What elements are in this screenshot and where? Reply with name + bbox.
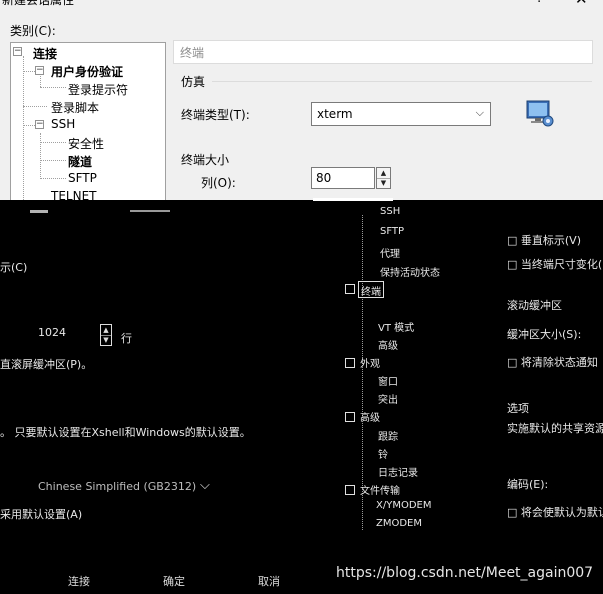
tree-item-security[interactable]: 安全性	[68, 135, 104, 152]
tree-item-login-prompt[interactable]: 登录提示符	[68, 81, 128, 98]
default-setting-text: 。 只要默认设置在Xshell和Windows的默认设置。	[0, 426, 251, 439]
collapse-icon[interactable]	[345, 358, 355, 368]
connect-button[interactable]: 连接	[68, 573, 90, 589]
tree-connector	[40, 142, 66, 143]
collapse-icon[interactable]	[345, 485, 355, 495]
scroll-buffer-title: 滚动缓冲区	[507, 299, 562, 312]
tree-item-file-transfer[interactable]: 文件传输	[360, 482, 400, 497]
tree-item-logging[interactable]: 日志记录	[378, 464, 418, 479]
section-divider	[212, 81, 592, 82]
close-icon[interactable]: ✕	[575, 0, 588, 8]
spin-down-icon[interactable]: ▼	[377, 178, 390, 188]
chevron-down-icon[interactable]: ⌵	[200, 478, 210, 493]
glitch-bar	[313, 198, 393, 201]
buffer-stepper[interactable]: ▲ ▼	[100, 324, 112, 346]
scroll-text: 直滚屏缓冲区(P)。	[0, 358, 93, 371]
collapse-icon[interactable]	[345, 284, 355, 294]
terminal-type-value: xterm	[317, 107, 353, 121]
terminal-size-title: 终端大小	[181, 153, 230, 167]
buffer-size-label: 缓冲区大小(S):	[507, 328, 582, 341]
columns-label: 列(O):	[201, 176, 236, 190]
tree-item-ssh[interactable]: SSH	[380, 206, 400, 217]
ok-button[interactable]: 确定	[163, 573, 185, 589]
collapse-icon[interactable]: −	[35, 66, 44, 75]
use-default-text[interactable]: 采用默认设置(A)	[0, 506, 82, 522]
tree-connector	[40, 178, 66, 179]
share-resource-text: 实施默认的共享资源	[507, 422, 603, 435]
columns-value: 80	[316, 171, 332, 185]
tree-item-login-script[interactable]: 登录脚本	[51, 99, 99, 116]
chevron-down-icon: ⌵	[475, 106, 484, 119]
tree-item-tunnel[interactable]: 隧道	[68, 153, 92, 170]
tree-item-terminal[interactable]: 终端	[361, 283, 381, 298]
collapse-icon[interactable]: −	[13, 47, 22, 56]
category-label: 类别(C):	[10, 24, 56, 38]
columns-input[interactable]: 80	[311, 167, 375, 189]
tree-connector	[40, 160, 66, 161]
tree-connector	[40, 133, 41, 179]
clear-status-option[interactable]: □ 将清除状态通知	[507, 354, 598, 370]
help-icon[interactable]: ?	[536, 0, 543, 6]
panel-header: 终端	[173, 40, 593, 64]
rows-unit-label: 行	[121, 332, 132, 345]
tree-item-connection[interactable]: 连接	[33, 45, 57, 62]
tree-item-keepalive[interactable]: 保持活动状态	[380, 264, 440, 279]
tree-connector	[23, 71, 35, 72]
cancel-button[interactable]: 取消	[258, 573, 280, 589]
terminal-type-label: 终端类型(T):	[181, 108, 250, 122]
resize-option[interactable]: □ 当终端尺寸变化(F)	[507, 256, 603, 272]
tree-item-advanced[interactable]: 高级	[378, 337, 398, 352]
tree-item-proxy[interactable]: 代理	[380, 245, 400, 260]
encoding-combo-value[interactable]: Chinese Simplified (GB2312)	[38, 480, 196, 493]
tree-connector	[23, 106, 47, 107]
tree-item-trace[interactable]: 跟踪	[378, 428, 398, 443]
tree-item-zmodem[interactable]: ZMODEM	[376, 518, 422, 529]
window-title: 新建会话属性	[2, 0, 75, 7]
vertical-indicator-option[interactable]: □ 垂直标示(V)	[507, 232, 581, 248]
tree-item-sftp[interactable]: SFTP	[380, 226, 404, 237]
tree-item-advanced-2[interactable]: 高级	[360, 409, 380, 424]
monitor-settings-icon[interactable]	[524, 99, 556, 129]
default-option[interactable]: □ 将会使默认为默认	[507, 504, 603, 520]
tree-item-sftp[interactable]: SFTP	[68, 171, 97, 185]
encoding-label: 编码(E):	[507, 478, 549, 491]
tree-item-telnet[interactable]: TELNET	[51, 189, 97, 200]
tree-item-window[interactable]: 窗口	[378, 373, 398, 388]
tree-item-vt-mode[interactable]: VT 模式	[378, 319, 414, 334]
terminal-type-select[interactable]: xterm ⌵	[311, 102, 491, 126]
option-text: 示(C)	[0, 261, 28, 274]
tree-item-xymodem[interactable]: X/YMODEM	[376, 500, 431, 511]
glitch-bar	[30, 210, 48, 213]
tree-connector	[40, 73, 41, 87]
options-title: 选项	[507, 402, 529, 415]
columns-stepper[interactable]: ▲ ▼	[376, 167, 391, 189]
tree-item-ssh[interactable]: SSH	[51, 117, 75, 131]
tree-connector	[40, 87, 66, 88]
buffer-value[interactable]: 1024	[38, 326, 66, 339]
tree-item-bell[interactable]: 铃	[378, 446, 388, 461]
tree-item-highlight[interactable]: 突出	[378, 391, 398, 406]
tree-connector	[23, 125, 35, 126]
dialog-top: 新建会话属性 ? ✕ 类别(C): − 连接 − 用户身份验证 登录提示符 登录…	[0, 0, 603, 200]
emulation-section-title: 仿真	[181, 75, 206, 89]
tree-connector	[23, 56, 24, 200]
collapse-icon[interactable]	[345, 412, 355, 422]
tree-item-auth[interactable]: 用户身份验证	[51, 63, 123, 80]
spin-down-icon[interactable]: ▼	[101, 335, 111, 345]
collapse-icon[interactable]: −	[35, 120, 44, 129]
category-tree[interactable]: − 连接 − 用户身份验证 登录提示符 登录脚本 − SSH 安全性 隧道 SF…	[10, 42, 166, 200]
tree-item-appearance[interactable]: 外观	[360, 355, 380, 370]
glitch-bar	[130, 210, 170, 212]
watermark-text: https://blog.csdn.net/Meet_again007	[336, 565, 594, 581]
